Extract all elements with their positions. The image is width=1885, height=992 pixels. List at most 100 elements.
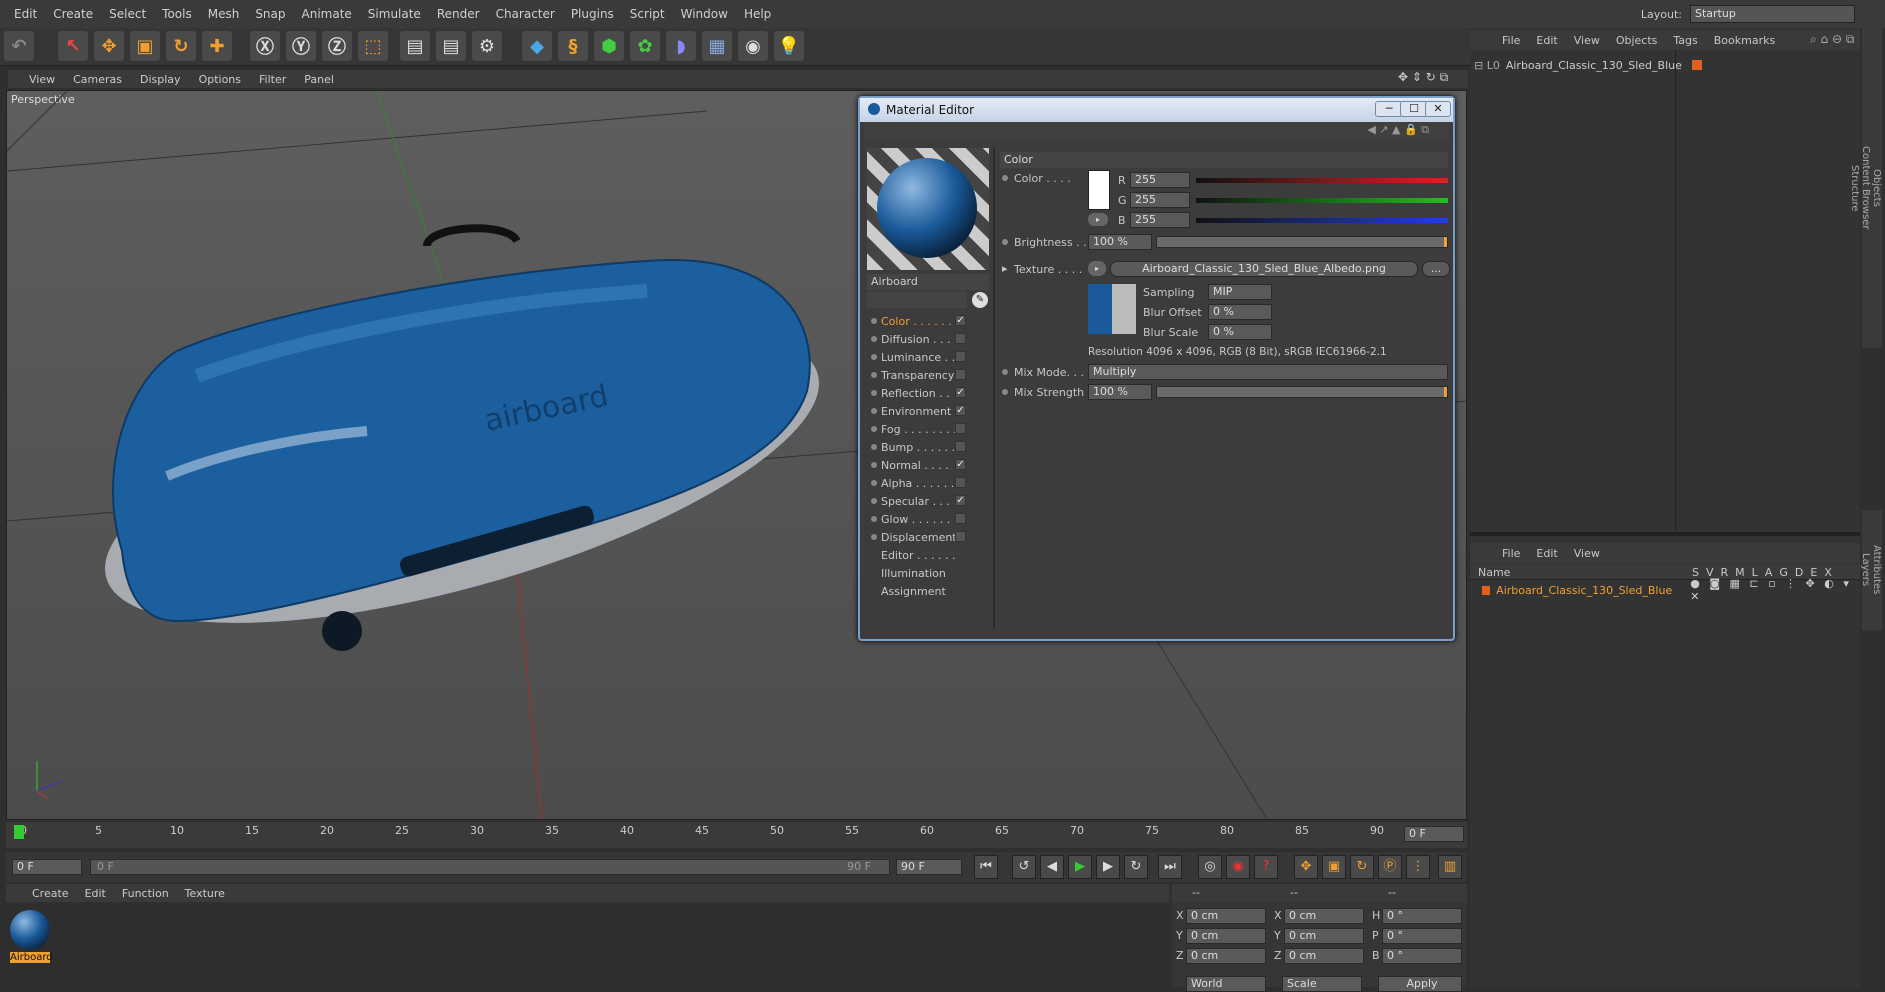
menu-item-mesh[interactable]: Mesh [200,7,248,21]
go-to-start-icon[interactable]: ⏮ [974,855,998,879]
viewport-menu-view[interactable]: View [20,73,64,86]
floor-icon[interactable]: ▦ [702,31,732,61]
channel-checkbox[interactable]: ✓ [955,405,966,416]
next-key-icon[interactable]: ↻ [1124,855,1148,879]
mix-strength-anim-dot-icon[interactable] [1002,389,1008,395]
render-picture-viewer-icon[interactable]: ▤ [436,31,466,61]
key-scale-icon[interactable]: ▣ [1322,855,1346,879]
side-tab-1[interactable]: Content Browser [1860,28,1871,348]
undo-icon[interactable]: ↶ [4,31,34,61]
menu-item-select[interactable]: Select [101,7,154,21]
menu-item-window[interactable]: Window [673,7,736,21]
coord-field[interactable]: 0 ° [1382,948,1462,964]
material-menu-edit[interactable]: Edit [77,887,114,900]
brightness-field[interactable]: 100 % [1088,234,1152,250]
viewport-menu-options[interactable]: Options [190,73,250,86]
menu-item-simulate[interactable]: Simulate [360,7,429,21]
layout-select[interactable]: Startup [1690,5,1855,23]
nurbs-icon[interactable]: ⬢ [594,31,624,61]
world-select[interactable]: World [1186,976,1266,992]
channel-item[interactable]: Assignment [867,582,987,600]
material-tag-icon[interactable] [1691,60,1702,70]
side-tabs-bottom[interactable]: Attributes Layers [1860,510,1882,630]
cube-icon[interactable]: ◆ [522,31,552,61]
channel-checkbox[interactable] [955,441,966,452]
minimize-button[interactable]: ─ [1375,101,1403,117]
current-frame-field[interactable]: 0 F [1404,826,1464,842]
side-tab-bottom-0[interactable]: Attributes [1871,510,1882,630]
material-preview[interactable] [867,148,989,270]
material-menu-texture[interactable]: Texture [177,887,233,900]
coord-field[interactable]: 0 ° [1382,928,1462,944]
coord-field[interactable]: 0 ° [1382,908,1462,924]
scale-select[interactable]: Scale [1282,976,1362,992]
maximize-button[interactable]: ☐ [1400,101,1428,117]
nav-arrows-icon[interactable]: ◀ ↗ ▲ 🔒 ⧉ [1367,123,1429,137]
channel-item[interactable]: Displacement [867,528,987,546]
g-slider[interactable] [1196,198,1448,203]
record-icon[interactable]: ◎ [1198,855,1222,879]
menu-item-snap[interactable]: Snap [247,7,293,21]
key-pla-icon[interactable]: ⋮ [1406,855,1430,879]
menu-item-script[interactable]: Script [622,7,673,21]
material-editor-titlebar[interactable]: Material Editor [860,98,1453,122]
menu-item-character[interactable]: Character [488,7,563,21]
texture-arrow-icon[interactable]: ▸ [1088,261,1106,276]
key-move-icon[interactable]: ✥ [1294,855,1318,879]
g-field[interactable]: 255 [1130,192,1190,208]
array-icon[interactable]: ✿ [630,31,660,61]
scale-tool-icon[interactable]: ▣ [130,31,160,61]
menu-item-edit[interactable]: Edit [6,7,45,21]
material-name-field[interactable]: Airboard [867,274,989,290]
channel-item[interactable]: Normal . . . . ✓ [867,456,987,474]
texture-expand-icon[interactable]: ▸ [1002,262,1008,275]
prev-key-icon[interactable]: ↺ [1012,855,1036,879]
b-slider[interactable] [1196,218,1448,223]
channel-checkbox[interactable] [955,351,966,362]
channel-item[interactable]: Color . . . . . . ✓ [867,312,987,330]
object-manager-search-icon[interactable]: ⌕ ⌂ ⊖ ⧉ [1810,32,1854,47]
rotate-tool-icon[interactable]: ↻ [166,31,196,61]
menu-item-animate[interactable]: Animate [294,7,360,21]
start-frame-field[interactable]: 0 F [12,859,82,875]
key-rotate-icon[interactable]: ↻ [1350,855,1374,879]
viewport-menu-display[interactable]: Display [131,73,190,86]
channel-item[interactable]: Luminance . . [867,348,987,366]
close-button[interactable]: ✕ [1425,101,1451,117]
mix-mode-select[interactable]: Multiply [1088,364,1448,380]
object-menu-objects[interactable]: Objects [1608,34,1666,47]
prev-frame-icon[interactable]: ◀ [1040,855,1064,879]
play-icon[interactable]: ▶ [1068,855,1092,879]
channel-item[interactable]: Fog . . . . . . . . [867,420,987,438]
coordinate-system-icon[interactable]: ⬚ [358,31,388,61]
mix-strength-field[interactable]: 100 % [1088,384,1152,400]
pick-icon[interactable]: ✎ [972,292,988,308]
end-frame-field[interactable]: 90 F [896,859,962,875]
coord-field[interactable]: 0 cm [1186,928,1266,944]
blur-scale-field[interactable]: 0 % [1208,324,1272,340]
coord-field[interactable]: 0 cm [1284,948,1364,964]
timeline-window-icon[interactable]: ▥ [1438,855,1462,879]
channel-item[interactable]: Illumination [867,564,987,582]
deformer-icon[interactable]: ◗ [666,31,696,61]
sampling-select[interactable]: MIP [1208,284,1272,300]
playhead[interactable] [14,825,24,839]
channel-checkbox[interactable]: ✓ [955,315,966,326]
side-tabs-top[interactable]: Objects Content Browser Structure [1849,28,1882,348]
layer-toggle-icons[interactable]: ● ◙ ▦ ⊏ ▫ ⋮ ✥ ◐ ▾ ✕ [1690,577,1854,603]
side-tab-2[interactable]: Structure [1849,28,1860,348]
spline-icon[interactable]: § [558,31,588,61]
light-icon[interactable]: 💡 [774,31,804,61]
channel-item[interactable]: Alpha . . . . . . [867,474,987,492]
camera-icon[interactable]: ◉ [738,31,768,61]
mix-strength-slider[interactable] [1156,386,1448,398]
color-picker-toggle-icon[interactable]: ▸ [1088,213,1108,226]
channel-checkbox[interactable] [955,369,966,380]
menu-item-render[interactable]: Render [429,7,488,21]
material-menu-function[interactable]: Function [114,887,177,900]
y-axis-icon[interactable]: Ⓨ [286,31,316,61]
timeline[interactable]: 051015202530354045505560657075808590 0 F [6,822,1467,848]
channel-item[interactable]: Editor . . . . . . [867,546,987,564]
object-menu-edit[interactable]: Edit [1528,34,1565,47]
channel-item[interactable]: Environment ✓ [867,402,987,420]
